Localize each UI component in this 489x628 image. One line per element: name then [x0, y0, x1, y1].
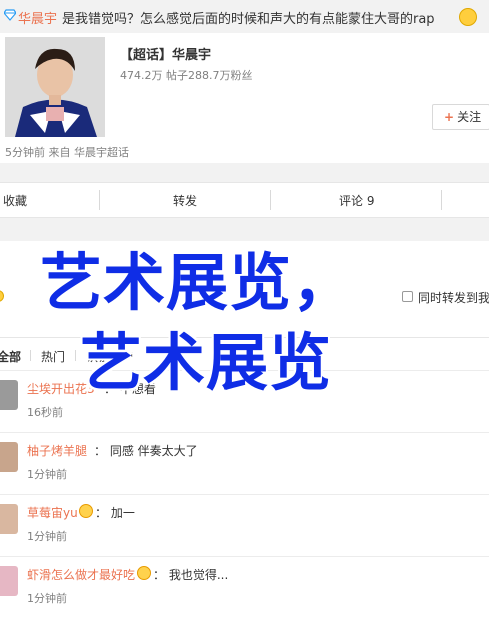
crown-badge-icon — [137, 566, 151, 580]
forward-button[interactable]: 转发 — [173, 192, 197, 209]
comment-text: ： 同感 伴奏太大了 — [94, 444, 198, 458]
post-author-link[interactable]: 华晨宇 — [18, 8, 57, 27]
divider — [99, 190, 100, 210]
follow-label: 关注 — [457, 110, 482, 124]
comment-author[interactable]: 柚子烤羊腿 — [27, 442, 87, 459]
laugh-emoji-icon — [459, 8, 477, 26]
supertopic-cover-image[interactable] — [5, 37, 105, 137]
comment-row: 虾滑怎么做才最好吃 ： 我也觉得... 1分钟前 — [0, 556, 489, 618]
post-text: 是我错觉吗？怎么感觉后面的时候和声大的有点能蒙住大哥的rap — [62, 12, 435, 27]
crown-badge-icon — [79, 504, 93, 518]
comment-time: 1分钟前 — [27, 468, 67, 481]
comment-author[interactable]: 虾滑怎么做才最好吃 — [27, 566, 135, 583]
comment-time: 1分钟前 — [27, 530, 67, 543]
watermark-line-2: 艺术展览 — [80, 326, 333, 399]
portrait-image — [5, 37, 105, 137]
forward-checkbox-label: 同时转发到我 — [418, 291, 489, 305]
divider — [75, 350, 76, 361]
post-meta: 5分钟前 来自 华晨宇超话 — [5, 146, 129, 159]
diamond-icon — [4, 9, 16, 21]
favorite-button[interactable]: 收藏 — [3, 192, 27, 209]
avatar[interactable] — [0, 442, 18, 472]
comment-row: 草莓宙yu ： 加一 1分钟前 — [0, 494, 489, 556]
forward-checkbox[interactable] — [402, 291, 413, 302]
follow-button[interactable]: + 关注 — [432, 104, 489, 130]
comment-time: 16秒前 — [27, 406, 63, 419]
comment-button[interactable]: 评论 9 — [339, 192, 374, 209]
avatar[interactable] — [0, 380, 18, 410]
supertopic-stats: 474.2万 帖子288.7万粉丝 — [120, 69, 253, 82]
comment-author[interactable]: 草莓宙yu — [27, 504, 78, 521]
comment-text: ： 我也觉得... — [153, 568, 229, 582]
supertopic-title[interactable]: 【超话】华晨宇 — [120, 44, 211, 63]
avatar[interactable] — [0, 504, 18, 534]
avatar[interactable] — [0, 566, 18, 596]
watermark-line-1: 艺术展览， — [40, 246, 356, 319]
tab-all[interactable]: 全部 — [0, 348, 21, 365]
comment-text: ： 加一 — [95, 506, 135, 520]
divider — [30, 350, 31, 361]
plus-icon: + — [444, 110, 455, 124]
comment-time: 1分钟前 — [27, 592, 67, 605]
post-header: 华晨宇 是我错觉吗？怎么感觉后面的时候和声大的有点能蒙住大哥的rap — [0, 0, 489, 33]
action-bar: 收藏 转发 评论 9 — [0, 182, 489, 218]
supertopic-card: 【超话】华晨宇 474.2万 帖子288.7万粉丝 + 关注 5分钟前 来自 华晨… — [0, 33, 489, 163]
divider — [441, 190, 442, 210]
comment-row: 柚子烤羊腿 ： 同感 伴奏太大了 1分钟前 — [0, 432, 489, 494]
tab-hot[interactable]: 热门 — [41, 348, 65, 365]
divider — [270, 190, 271, 210]
